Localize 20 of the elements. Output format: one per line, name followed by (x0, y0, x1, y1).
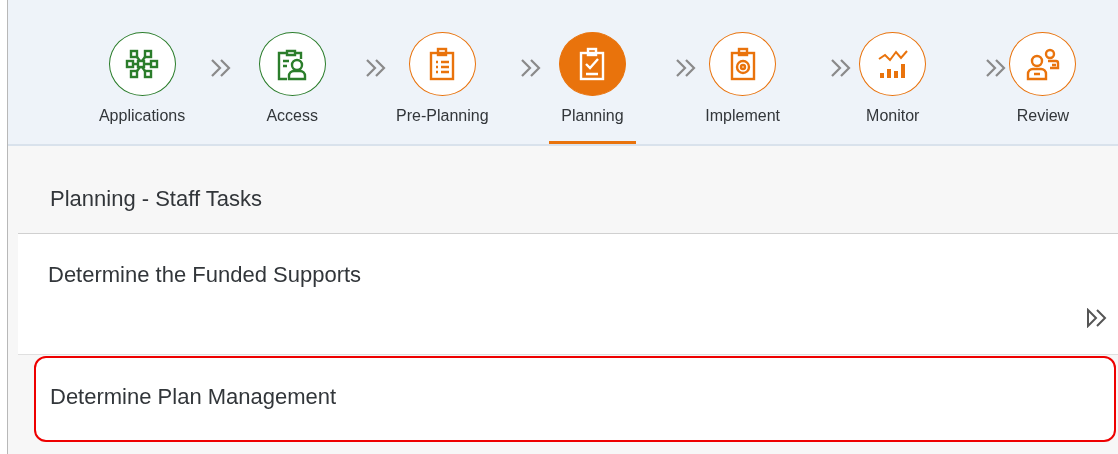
navigate-icon[interactable] (1086, 308, 1108, 328)
step-label[interactable]: Implement (693, 104, 792, 144)
task-row[interactable]: Determine Plan Management (34, 356, 1116, 442)
double-chevron-icon (209, 56, 233, 79)
task-title: Determine the Funded Supports (48, 261, 362, 289)
task-title: Determine Plan Management (50, 383, 337, 411)
step-label[interactable]: Planning (549, 104, 636, 144)
people-icon (1025, 47, 1060, 81)
step-label[interactable]: Pre-Planning (384, 104, 501, 144)
step-label[interactable]: Applications (86, 104, 198, 144)
double-chevron-icon (984, 56, 1008, 79)
double-chevron-icon (364, 56, 388, 79)
step-label[interactable]: Monitor (854, 104, 932, 144)
double-chevron-icon (674, 56, 698, 79)
task-row[interactable]: Determine the Funded Supports (18, 234, 1118, 355)
step-label[interactable]: Access (254, 104, 330, 144)
double-chevron-icon (519, 56, 543, 79)
step-label[interactable]: Review (1004, 104, 1082, 144)
double-chevron-icon (829, 56, 853, 79)
network-icon (125, 47, 160, 81)
